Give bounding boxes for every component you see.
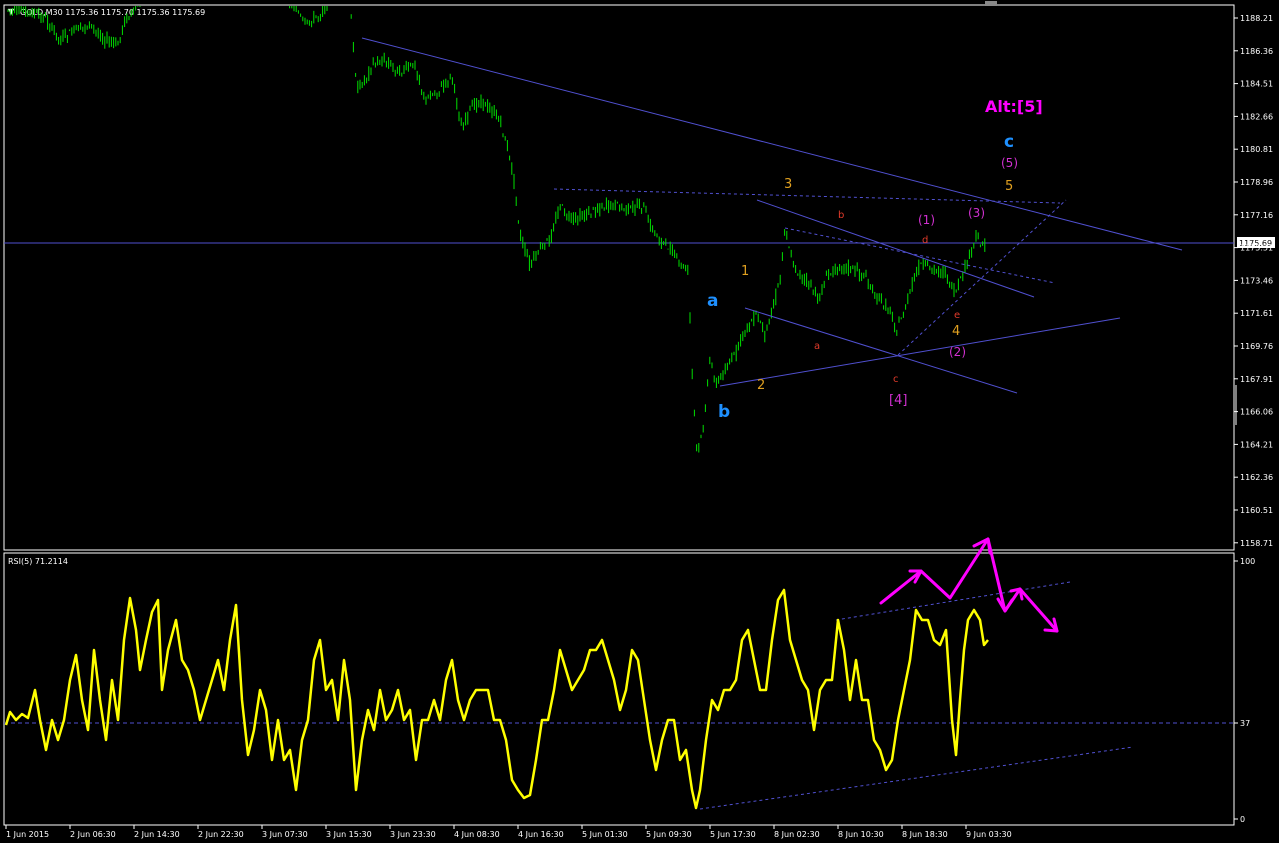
wave-4-orange-label: 4 <box>952 324 960 339</box>
wave-b-big-label: b <box>718 402 730 422</box>
time-tick-label: 1 Jun 2015 <box>6 830 49 839</box>
price-tick-label: 1186.36 <box>1240 47 1273 56</box>
wave-d-small-label: d <box>922 235 928 246</box>
wave-5-orange-label: 5 <box>1005 179 1013 194</box>
price-tick-label: 1166.06 <box>1240 408 1273 417</box>
wave-1-orange-label: 1 <box>741 264 749 279</box>
price-tick-label: 1167.91 <box>1240 375 1273 384</box>
rsi-upper-trendline <box>835 581 1071 621</box>
rsi-tick-label: 0 <box>1240 815 1245 824</box>
price-tick-label: 1164.21 <box>1240 440 1273 449</box>
main-window-frame <box>3 4 1235 551</box>
time-tick-label: 9 Jun 03:30 <box>966 830 1012 839</box>
channel-upper-line <box>756 199 1035 298</box>
wave-e-small-label: e <box>954 310 960 321</box>
wave-1-paren-label: (1) <box>918 213 935 227</box>
wave-c-small-label: c <box>893 374 899 385</box>
wave-a-big-label: a <box>707 291 718 311</box>
price-tick-label: 1173.46 <box>1240 276 1273 285</box>
time-tick-label: 2 Jun 14:30 <box>134 830 180 839</box>
time-tick-label: 5 Jun 17:30 <box>710 830 756 839</box>
upper-downtrend-line <box>361 37 1183 251</box>
price-tick-label: 1182.66 <box>1240 112 1273 121</box>
wave-c-big-label: c <box>1004 132 1014 152</box>
wave-3-paren-label: (3) <box>968 206 985 220</box>
time-tick-label: 8 Jun 02:30 <box>774 830 820 839</box>
wave-b-small-label: b <box>838 210 844 221</box>
wave-5-paren-label: (5) <box>1001 156 1018 170</box>
wave-4-bracket-label: [4] <box>889 393 907 408</box>
price-tick-label: 1188.21 <box>1240 14 1273 23</box>
dashed-channel-line <box>784 227 1056 284</box>
rsi-tick-label: 37 <box>1240 719 1250 728</box>
price-tick-label: 1169.76 <box>1240 342 1273 351</box>
wave-a-small-label: a <box>814 341 820 352</box>
time-tick-label: 3 Jun 07:30 <box>262 830 308 839</box>
price-tick-label: 1162.36 <box>1240 473 1273 482</box>
rsi-line <box>4 588 989 810</box>
time-tick-label: 2 Jun 22:30 <box>198 830 244 839</box>
price-tick-label: 1178.96 <box>1240 178 1273 187</box>
time-tick-label: 2 Jun 06:30 <box>70 830 116 839</box>
channel-lower-line <box>744 307 1018 394</box>
time-tick-label: 3 Jun 15:30 <box>326 830 372 839</box>
wave-labels: Alt:[5] c (5) 5 (3) (1) 3 b d 1 a a c e … <box>707 97 1043 422</box>
time-tick-label: 5 Jun 01:30 <box>582 830 628 839</box>
trendlines <box>361 37 1183 394</box>
rsi-axis: 100 37 0 <box>1234 557 1255 824</box>
chart-menu-icon[interactable]: ▼ <box>8 7 15 16</box>
wedge-lower-line <box>719 317 1121 387</box>
dashed-top-line <box>553 188 1061 204</box>
close-window-icon[interactable] <box>985 1 997 6</box>
price-tick-label: 1177.16 <box>1240 211 1273 220</box>
time-tick-label: 3 Jun 23:30 <box>390 830 436 839</box>
wave-3-orange-label: 3 <box>784 177 792 192</box>
price-tick-label: 1160.51 <box>1240 506 1273 515</box>
time-tick-label: 8 Jun 18:30 <box>902 830 948 839</box>
rsi-tick-label: 100 <box>1240 557 1255 566</box>
time-axis: 1 Jun 2015 2 Jun 06:30 2 Jun 14:30 2 Jun 22… <box>5 825 1012 839</box>
price-axis: 1188.21 1186.36 1184.51 1182.66 1180.81 1178.… <box>1234 14 1273 548</box>
price-tick-label: 1175.31 <box>1240 244 1273 253</box>
rsi-header: RSI(5) 71.2114 <box>8 557 68 566</box>
price-tick-label: 1158.71 <box>1240 539 1273 548</box>
price-tick-label: 1171.61 <box>1240 309 1273 318</box>
time-tick-label: 8 Jun 10:30 <box>838 830 884 839</box>
alt5-label: Alt:[5] <box>985 97 1043 116</box>
price-tick-label: 1180.81 <box>1240 145 1273 154</box>
time-tick-label: 5 Jun 09:30 <box>646 830 692 839</box>
rsi-window-frame <box>3 552 1235 826</box>
price-tick-label: 1184.51 <box>1240 80 1273 89</box>
wave-2-orange-label: 2 <box>757 378 765 393</box>
time-tick-label: 4 Jun 16:30 <box>518 830 564 839</box>
rsi-lower-trendline <box>699 746 1134 810</box>
time-tick-label: 4 Jun 08:30 <box>454 830 500 839</box>
chart-canvas[interactable]: ▼ GOLD,M30 1175.36 1175.70 1175.36 1175.… <box>0 0 1279 843</box>
wave-2-paren-label: (2) <box>949 345 966 359</box>
